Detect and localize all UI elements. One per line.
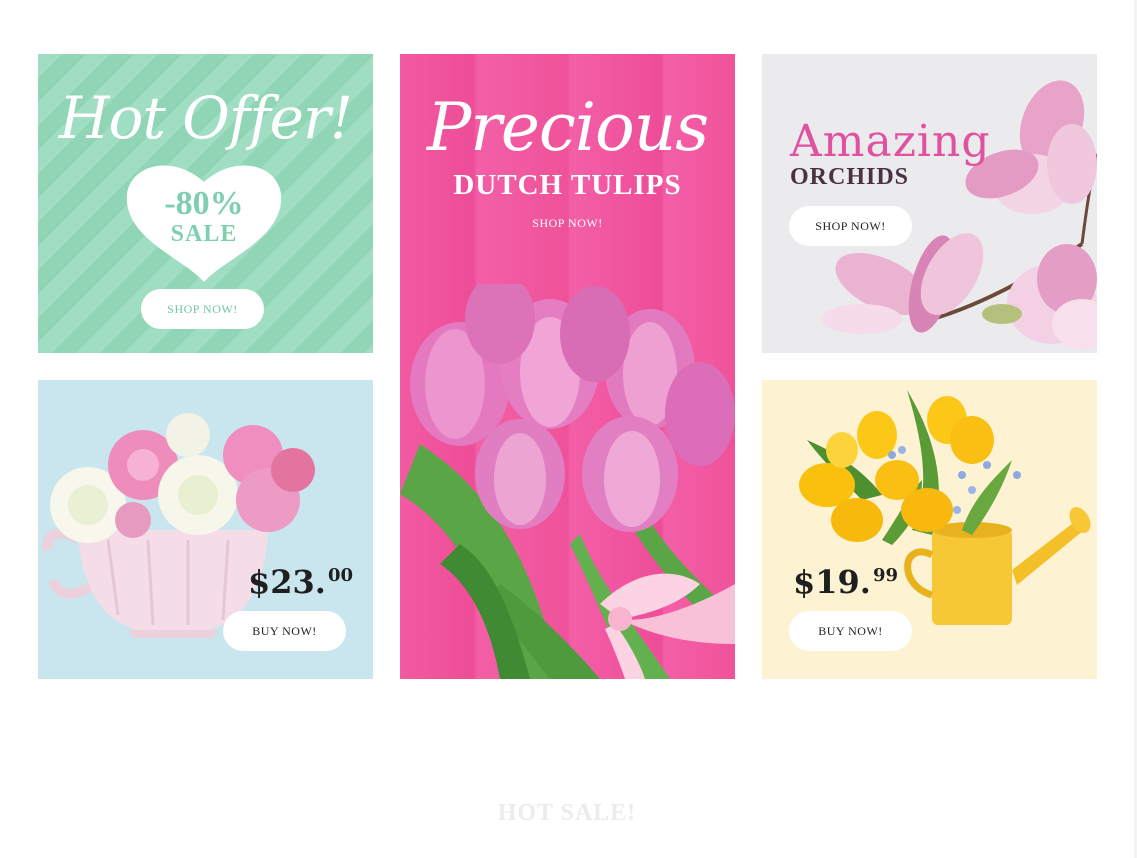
ranunculus-price-dollars: $23. xyxy=(248,563,326,601)
discount-percent: -80% xyxy=(164,185,244,222)
orchids-shop-button[interactable]: SHOP NOW! xyxy=(789,206,912,246)
tulips-shop-link[interactable]: SHOP NOW! xyxy=(400,216,735,231)
orchids-banner[interactable]: Amazing ORCHIDS SHOP NOW! xyxy=(762,54,1097,353)
hot-offer-shop-button[interactable]: SHOP NOW! xyxy=(141,289,264,329)
ranunculus-buy-button[interactable]: BUY NOW! xyxy=(223,611,346,651)
yellow-tulips-banner[interactable]: $19. 99 BUY NOW! xyxy=(762,380,1097,679)
hot-offer-banner[interactable]: Hot Offer! -80% SALE SHOP NOW! xyxy=(38,54,373,353)
hot-sale-heading: HOT SALE! xyxy=(497,800,637,826)
ranunculus-price-cents: 00 xyxy=(327,565,353,586)
ranunculus-price: $23. 00 xyxy=(248,563,353,601)
yellow-tulips-price-cents: 99 xyxy=(872,565,898,586)
tulips-subtitle: DUTCH TULIPS xyxy=(453,169,682,201)
discount-block: -80% SALE xyxy=(123,185,285,247)
hot-offer-title: Hot Offer! xyxy=(58,84,353,152)
orchid-image xyxy=(822,80,1097,349)
yellow-tulips-price: $19. 99 xyxy=(793,563,898,601)
tulips-title: Precious xyxy=(426,89,709,166)
yellow-tulips-price-dollars: $19. xyxy=(793,563,871,601)
ranunculus-banner[interactable]: $23. 00 BUY NOW! xyxy=(38,380,373,679)
orchids-subtitle: ORCHIDS xyxy=(790,164,910,190)
orchids-title: Amazing xyxy=(790,116,991,167)
yellow-tulips-buy-button[interactable]: BUY NOW! xyxy=(789,611,912,651)
sale-label: SALE xyxy=(170,221,238,247)
tulip-bouquet-image xyxy=(400,284,735,679)
tulips-banner[interactable]: Precious DUTCH TULIPS SHOP NOW! xyxy=(400,54,735,679)
page: Hot Offer! -80% SALE SHOP NOW! Precious … xyxy=(0,0,1137,858)
